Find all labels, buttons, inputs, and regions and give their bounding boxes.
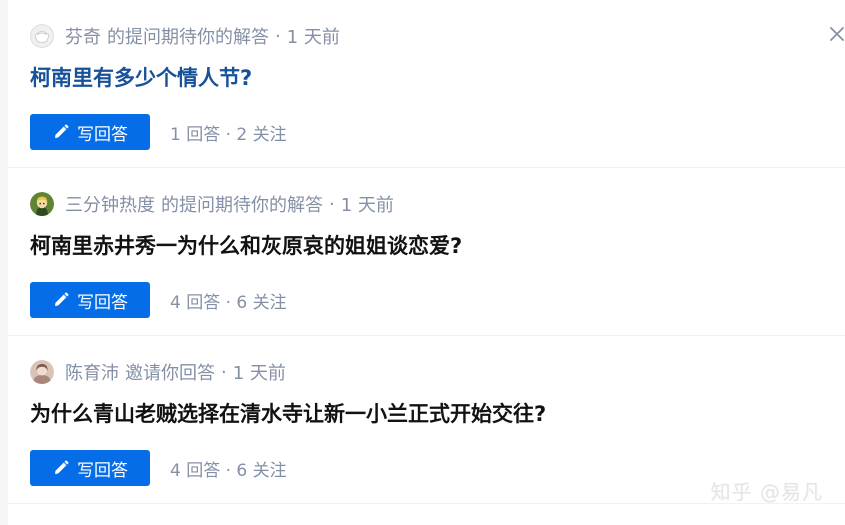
- question-title[interactable]: 为什么青山老贼选择在清水寺让新一小兰正式开始交往?: [30, 398, 546, 430]
- meta-time: 1 天前: [286, 27, 340, 48]
- close-icon[interactable]: [829, 26, 845, 42]
- meta-action-text: 的提问期待你的解答: [161, 195, 323, 216]
- question-title[interactable]: 柯南里赤井秀一为什么和灰原哀的姐姐谈恋爱?: [30, 230, 462, 262]
- question-title[interactable]: 柯南里有多少个情人节?: [30, 62, 252, 94]
- question-stats: 4 回答 · 6 关注: [170, 292, 287, 313]
- question-meta: 芬奇 的提问期待你的解答 · 1 天前: [30, 24, 340, 48]
- meta-separator: ·: [221, 361, 227, 383]
- pencil-icon: [55, 124, 69, 138]
- author-name[interactable]: 陈育沛: [65, 359, 119, 385]
- question-actions: 写回答 4 回答 · 6 关注: [30, 282, 287, 318]
- pencil-icon: [55, 292, 69, 306]
- question-actions: 写回答 4 回答 · 6 关注: [30, 450, 287, 486]
- write-answer-label: 写回答: [77, 124, 128, 145]
- question-invite-panel: 芬奇 的提问期待你的解答 · 1 天前 柯南里有多少个情人节? 写回答 1 回答…: [8, 0, 845, 525]
- write-answer-button[interactable]: 写回答: [30, 450, 150, 486]
- question-stats: 4 回答 · 6 关注: [170, 460, 287, 481]
- meta-time: 1 天前: [232, 363, 286, 384]
- question-meta: 三分钟热度 的提问期待你的解答 · 1 天前: [30, 192, 394, 216]
- meta-separator: ·: [275, 25, 281, 47]
- write-answer-button[interactable]: 写回答: [30, 114, 150, 150]
- meta-separator: ·: [329, 193, 335, 215]
- meta-time: 1 天前: [340, 195, 394, 216]
- question-stats: 1 回答 · 2 关注: [170, 124, 287, 145]
- author-name[interactable]: 芬奇: [65, 23, 101, 49]
- avatar-default-icon[interactable]: [30, 24, 54, 48]
- meta-action-text: 邀请你回答: [125, 363, 215, 384]
- avatar-cartoon-icon[interactable]: [30, 192, 54, 216]
- write-answer-button[interactable]: 写回答: [30, 282, 150, 318]
- question-actions: 写回答 1 回答 · 2 关注: [30, 114, 287, 150]
- pencil-icon: [55, 460, 69, 474]
- avatar-photo-icon[interactable]: [30, 360, 54, 384]
- watermark: 知乎 @易凡: [710, 480, 823, 504]
- author-name[interactable]: 三分钟热度: [65, 191, 155, 217]
- question-meta: 陈育沛 邀请你回答 · 1 天前: [30, 360, 286, 384]
- write-answer-label: 写回答: [77, 460, 128, 481]
- meta-action-text: 的提问期待你的解答: [107, 27, 269, 48]
- question-card: 芬奇 的提问期待你的解答 · 1 天前 柯南里有多少个情人节? 写回答 1 回答…: [8, 0, 845, 168]
- question-card: 三分钟热度 的提问期待你的解答 · 1 天前 柯南里赤井秀一为什么和灰原哀的姐姐…: [8, 168, 845, 336]
- write-answer-label: 写回答: [77, 292, 128, 313]
